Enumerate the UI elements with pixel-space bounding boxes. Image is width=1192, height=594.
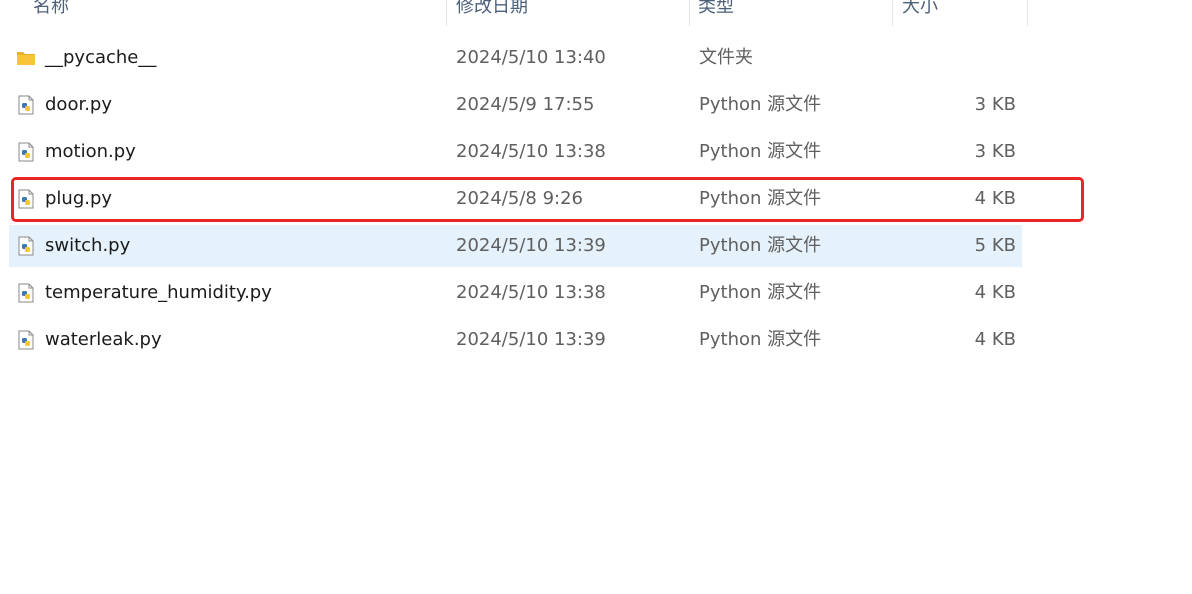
column-header-name[interactable]: 名称 xyxy=(33,0,69,20)
file-date: 2024/5/10 13:38 xyxy=(456,141,606,162)
file-date: 2024/5/10 13:38 xyxy=(456,282,606,303)
python-file-icon xyxy=(18,142,34,162)
column-divider[interactable] xyxy=(689,0,690,26)
file-size: 5 KB xyxy=(974,235,1016,256)
file-name: motion.py xyxy=(45,141,136,162)
column-divider[interactable] xyxy=(892,0,893,26)
highlight-box xyxy=(11,177,1084,222)
python-file-icon xyxy=(18,330,34,350)
file-date: 2024/5/10 13:40 xyxy=(456,47,606,68)
column-header-date[interactable]: 修改日期 xyxy=(456,0,528,20)
column-header-size[interactable]: 大小 xyxy=(902,0,938,20)
file-name: temperature_humidity.py xyxy=(45,282,272,303)
python-file-icon xyxy=(18,283,34,303)
python-file-icon xyxy=(18,236,34,256)
file-name: waterleak.py xyxy=(45,329,162,350)
file-row-waterleak[interactable]: waterleak.py 2024/5/10 13:39 Python 源文件 … xyxy=(9,319,1022,361)
file-name: __pycache__ xyxy=(45,47,157,68)
file-row-motion[interactable]: motion.py 2024/5/10 13:38 Python 源文件 3 K… xyxy=(9,131,1022,173)
column-header-bar: 名称 修改日期 类型 大小 xyxy=(0,0,1192,26)
file-row-door[interactable]: door.py 2024/5/9 17:55 Python 源文件 3 KB xyxy=(9,84,1022,126)
file-type: Python 源文件 xyxy=(699,94,822,115)
file-type: Python 源文件 xyxy=(699,235,822,256)
file-date: 2024/5/10 13:39 xyxy=(456,329,606,350)
file-date: 2024/5/9 17:55 xyxy=(456,94,595,115)
folder-icon xyxy=(17,52,35,65)
file-type: Python 源文件 xyxy=(699,282,822,303)
file-type: Python 源文件 xyxy=(699,329,822,350)
file-name: door.py xyxy=(45,94,112,115)
file-row-pycache[interactable]: __pycache__ 2024/5/10 13:40 文件夹 xyxy=(9,37,1022,79)
column-divider[interactable] xyxy=(1027,0,1028,26)
file-size: 4 KB xyxy=(974,329,1016,350)
column-header-type[interactable]: 类型 xyxy=(698,0,734,20)
file-size: 3 KB xyxy=(974,141,1016,162)
file-name: switch.py xyxy=(45,235,131,256)
column-divider[interactable] xyxy=(446,0,447,26)
file-row-temperature-humidity[interactable]: temperature_humidity.py 2024/5/10 13:38 … xyxy=(9,272,1022,314)
file-type: Python 源文件 xyxy=(699,141,822,162)
file-size: 3 KB xyxy=(974,94,1016,115)
file-row-switch[interactable]: switch.py 2024/5/10 13:39 Python 源文件 5 K… xyxy=(9,225,1022,267)
file-date: 2024/5/10 13:39 xyxy=(456,235,606,256)
file-size: 4 KB xyxy=(974,282,1016,303)
file-type: 文件夹 xyxy=(699,47,753,68)
python-file-icon xyxy=(18,95,34,115)
